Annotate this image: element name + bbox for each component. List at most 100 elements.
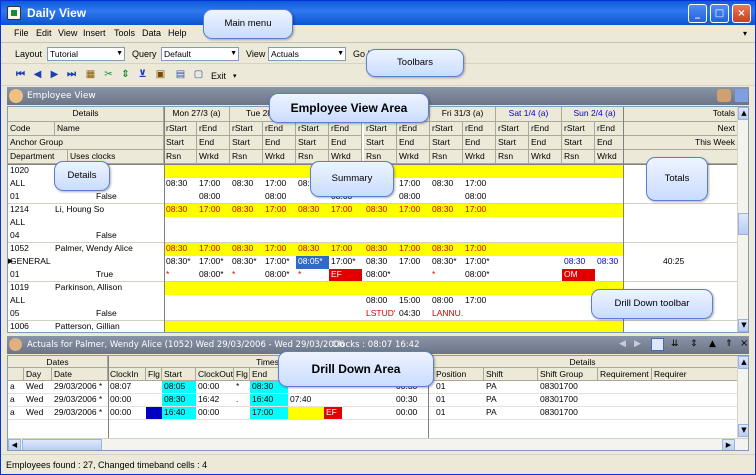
drill-page-icon[interactable] — [651, 338, 664, 351]
exit-button[interactable]: Exit — [211, 71, 226, 81]
scroll-thumb[interactable] — [22, 439, 102, 450]
drill-column-header[interactable]: Shift Group — [538, 368, 598, 381]
next-icon[interactable]: ▶ — [634, 339, 641, 349]
drill-column-header[interactable]: Date — [52, 368, 108, 381]
menu-edit[interactable]: Edit — [36, 28, 52, 38]
drill-column-header[interactable]: Flg — [234, 368, 250, 381]
timeband-cell[interactable]: 17:00 — [199, 204, 230, 217]
drill-cell[interactable]: 00:00 — [110, 394, 146, 406]
drill-cell[interactable]: Wed — [26, 394, 52, 406]
drill-cell[interactable]: EF — [324, 407, 342, 419]
employee-name[interactable]: Palmer, Wendy Alice — [55, 243, 163, 256]
timeband-cell[interactable]: 17:00* — [331, 256, 362, 269]
employee-code[interactable]: 1214 — [10, 204, 54, 217]
view-select[interactable]: Actuals ▼ — [268, 47, 346, 61]
drill-cell[interactable]: 01 — [436, 407, 484, 419]
scroll-left-icon[interactable]: ◀ — [8, 439, 21, 450]
employee-code[interactable]: 1052 — [10, 243, 54, 256]
sort-icon[interactable]: ⇕ — [118, 68, 133, 82]
timeband-cell[interactable]: 08:30 — [166, 243, 197, 256]
menu-chevron-icon[interactable]: ▾ — [743, 29, 747, 38]
drill-cell[interactable]: 00:00 — [198, 381, 234, 393]
timeband-cell[interactable]: 17:00 — [399, 204, 430, 217]
employee-name[interactable]: Parkinson, Allison — [55, 282, 163, 295]
drill-column-header[interactable]: Day — [24, 368, 52, 381]
drill-cell[interactable]: 08301700 — [540, 394, 598, 406]
drill-horizontal-scrollbar[interactable]: ◀ ▶ — [8, 438, 748, 450]
scroll-up-icon[interactable]: ▲ — [738, 107, 748, 120]
scroll-thumb[interactable] — [738, 213, 748, 235]
timeband-cell[interactable]: 08:30 — [564, 256, 595, 269]
timeband-cell[interactable]: 17:00 — [265, 204, 296, 217]
drill-cell[interactable]: PA — [486, 407, 538, 419]
scroll-down-icon[interactable]: ▼ — [738, 319, 748, 332]
previous-record-icon[interactable]: ◀ — [30, 68, 45, 82]
expand-both-icon[interactable]: ⇕ — [690, 339, 698, 349]
timeband-cell[interactable]: 17:00 — [465, 295, 496, 308]
print-icon[interactable]: ▤ — [173, 68, 188, 82]
timeband-cell[interactable]: 08:00 — [432, 295, 463, 308]
employee-code[interactable]: 1006 — [10, 321, 54, 332]
toolbar-chevron-icon[interactable]: ▾ — [233, 72, 237, 80]
drill-column-header[interactable]: Position — [434, 368, 484, 381]
timeband-cell[interactable]: 17:00 — [399, 178, 430, 191]
menu-view[interactable]: View — [58, 28, 77, 38]
timeband-cell[interactable]: 17:00 — [199, 178, 230, 191]
drill-column-header[interactable]: Requirement — [598, 368, 652, 381]
drill-cell[interactable]: 08:30 — [162, 394, 196, 406]
employee-vertical-scrollbar[interactable]: ▲ ▼ — [737, 107, 748, 332]
drill-cell[interactable]: 00:00 — [110, 407, 146, 419]
drill-column-header[interactable]: Start — [162, 368, 196, 381]
drill-cell[interactable]: a — [10, 394, 24, 406]
timeband-cell[interactable]: 17:00 — [465, 204, 496, 217]
day-header[interactable]: Sun 2/4 (a) — [562, 107, 628, 122]
timeband-cell[interactable]: 08:30 — [232, 204, 263, 217]
drill-cell[interactable]: a — [10, 407, 24, 419]
timeband-cell[interactable]: 17:00* — [265, 256, 296, 269]
scroll-right-icon[interactable]: ▶ — [722, 439, 735, 450]
first-record-icon[interactable]: ⏮ — [13, 68, 28, 82]
title-bar[interactable]: Daily View _ □ × — [1, 1, 755, 25]
timeband-cell[interactable]: 08:30* — [232, 256, 263, 269]
menu-data[interactable]: Data — [142, 28, 161, 38]
maximize-button[interactable]: □ — [710, 4, 729, 23]
drill-vertical-scrollbar[interactable]: ▲ ▼ — [737, 356, 748, 438]
drill-cell[interactable]: a — [10, 381, 24, 393]
timeband-cell[interactable]: 17:00 — [265, 243, 296, 256]
timeband-cell[interactable]: 08:30 — [232, 178, 263, 191]
timeband-cell[interactable]: 17:00 — [399, 256, 430, 269]
timeband-cell[interactable]: 17:00 — [465, 243, 496, 256]
tree-view-icon[interactable] — [735, 89, 748, 102]
next-record-icon[interactable]: ▶ — [47, 68, 62, 82]
timeband-cell[interactable]: 08:30 — [432, 204, 463, 217]
drill-cell[interactable]: PA — [486, 381, 538, 393]
drill-cell[interactable]: 29/03/2006 * — [54, 407, 108, 419]
drill-cell[interactable]: 01 — [436, 394, 484, 406]
expand-down-icon[interactable]: ⇊ — [671, 339, 679, 349]
drill-cell[interactable]: 16:40 — [250, 394, 288, 406]
drill-column-header[interactable]: Requirer — [652, 368, 738, 381]
close-drill-icon[interactable]: × — [740, 338, 748, 349]
scroll-up-icon[interactable]: ▲ — [738, 356, 748, 369]
last-record-icon[interactable]: ⏭ — [64, 68, 79, 82]
timeband-cell[interactable]: 08:30 — [166, 204, 197, 217]
drill-cell[interactable]: . — [236, 394, 250, 406]
timeband-cell[interactable]: 08:00 — [366, 295, 397, 308]
timeband-cell[interactable]: 08:30* — [432, 256, 463, 269]
save-icon[interactable]: ▢ — [191, 68, 206, 82]
timeband-cell[interactable]: 17:00 — [331, 204, 362, 217]
drill-cell[interactable]: 08:07 — [110, 381, 146, 393]
drill-column-header[interactable]: ClockOut — [196, 368, 234, 381]
query-select[interactable]: Default ▼ — [161, 47, 239, 61]
previous-icon[interactable]: ◀ — [619, 339, 626, 349]
scroll-down-icon[interactable]: ▼ — [738, 424, 748, 437]
day-header[interactable]: Mon 27/3 (a) — [164, 107, 230, 122]
drill-cell[interactable]: 16:40 — [162, 407, 196, 419]
timeband-cell[interactable]: 17:00 — [399, 243, 430, 256]
employee-code[interactable]: 1019 — [10, 282, 54, 295]
drill-cell[interactable]: 29/03/2006 * — [54, 394, 108, 406]
timeband-cell[interactable]: 17:00* — [465, 256, 496, 269]
drill-cell[interactable]: Wed — [26, 407, 52, 419]
timeband-cell[interactable]: 15:00 — [399, 295, 430, 308]
drill-cell[interactable]: Wed — [26, 381, 52, 393]
